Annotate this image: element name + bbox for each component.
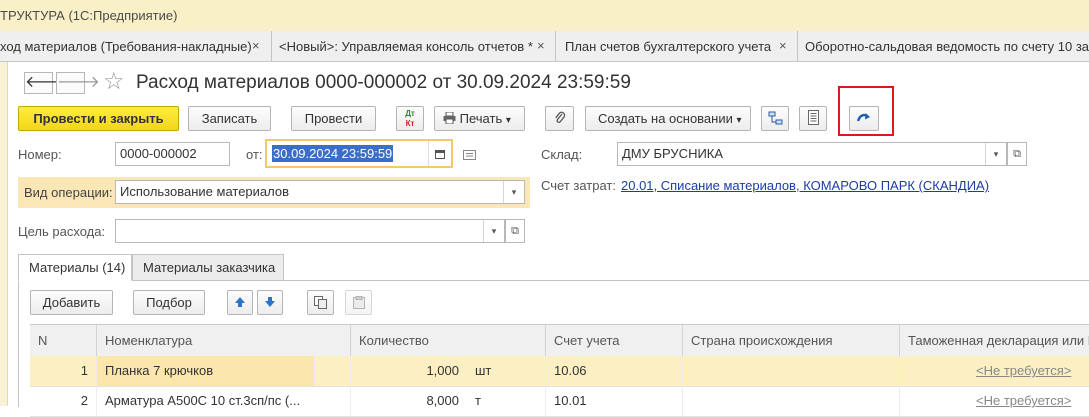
tab-materials[interactable]: Материалы (14) — [18, 254, 132, 281]
row-country[interactable] — [682, 386, 899, 416]
move-down-button[interactable] — [257, 290, 283, 315]
paste-button[interactable] — [345, 290, 372, 315]
paste-icon — [352, 296, 365, 309]
tab-close-icon[interactable]: × — [537, 38, 545, 53]
tab-writeoff-list[interactable]: ход материалов (Требования-накладные) × — [0, 31, 272, 61]
table-row[interactable]: 2 Арматура А500С 10 ст.3сп/пс (... 8,000… — [30, 386, 1089, 417]
favorite-star-icon[interactable]: ☆ — [103, 70, 125, 94]
print-label: Печать — [459, 111, 503, 126]
row-account[interactable]: 10.06 — [545, 356, 682, 386]
save-button[interactable]: Записать — [188, 106, 271, 131]
cost-account-link[interactable]: 20.01, Списание материалов, КОМАРОВО ПАР… — [621, 178, 989, 193]
operation-type-field[interactable]: Использование материалов ▾ — [115, 180, 525, 204]
chevron-down-icon: ▾ — [505, 115, 511, 126]
arrow-up-icon — [235, 297, 245, 307]
row-number: 2 — [80, 393, 88, 408]
row-unit[interactable]: шт — [467, 356, 545, 386]
tab-report-console[interactable]: <Новый>: Управляемая консоль отчетов * × — [271, 31, 556, 61]
selection-button[interactable]: Подбор — [133, 290, 205, 315]
arrow-right-icon: 🡒 — [57, 74, 100, 91]
column-n[interactable]: N — [30, 325, 96, 357]
warehouse-field[interactable]: ДМУ БРУСНИКА ▾ — [617, 142, 1007, 166]
open-icon[interactable]: ⧉ — [505, 219, 525, 243]
create-based-label: Создать на основании — [598, 111, 733, 126]
purpose-field[interactable]: ▾ — [115, 219, 505, 243]
row-nomenclature-open[interactable] — [314, 356, 350, 386]
tab-trial-balance[interactable]: Оборотно-сальдовая ведомость по счету 10… — [797, 31, 1089, 61]
row-customs-empty — [899, 386, 968, 416]
paperclip-icon — [554, 111, 565, 123]
arrow-down-icon — [265, 297, 275, 307]
column-nomenclature[interactable]: Номенклатура — [96, 325, 350, 357]
row-quantity[interactable]: 1,000 — [350, 356, 467, 386]
column-country[interactable]: Страна происхождения — [682, 325, 899, 357]
row-customs-empty — [899, 356, 968, 386]
number-label: Номер: — [18, 147, 62, 162]
table-row[interactable]: 1 Планка 7 крючков 1,000 шт 10.06 <Не тр… — [30, 356, 1089, 387]
row-quantity[interactable]: 8,000 — [350, 386, 467, 416]
row-customs[interactable]: <Не требуется> — [968, 356, 1089, 386]
column-quantity[interactable]: Количество — [350, 325, 545, 357]
printer-icon — [443, 111, 456, 125]
move-up-button[interactable] — [227, 290, 253, 315]
print-button[interactable]: Печать ▾ — [434, 106, 525, 131]
date-value: 30.09.2024 23:59:59 — [272, 145, 394, 162]
post-and-close-button[interactable]: Провести и закрыть — [18, 106, 179, 131]
row-country[interactable] — [682, 356, 899, 386]
tab-label: Оборотно-сальдовая ведомость по счету 10… — [805, 39, 1089, 54]
copy-icon — [314, 296, 327, 309]
row-customs[interactable]: <Не требуется> — [968, 386, 1089, 416]
window-title-bar: ТРУКТУРА (1С:Предприятие) — [0, 0, 1089, 32]
document-list-icon — [807, 110, 819, 125]
row-nomenclature[interactable]: Арматура А500С 10 ст.3сп/пс (... — [96, 386, 350, 416]
number-field[interactable]: 0000-000002 — [115, 142, 230, 166]
table-header: N Номенклатура Количество Счет учета Стр… — [30, 324, 1089, 358]
tab-label: <Новый>: Управляемая консоль отчетов * — [279, 39, 533, 54]
chevron-down-icon[interactable]: ▾ — [503, 181, 524, 203]
column-account[interactable]: Счет учета — [545, 325, 682, 357]
tab-close-icon[interactable]: × — [252, 38, 260, 53]
page-title: Расход материалов 0000-000002 от 30.09.2… — [136, 72, 631, 93]
date-label: от: — [246, 147, 263, 162]
post-button[interactable]: Провести — [291, 106, 376, 131]
tab-close-icon[interactable]: × — [779, 38, 787, 53]
tab-label: ход материалов (Требования-накладные) — [0, 39, 252, 54]
left-panel-strip — [0, 62, 8, 406]
structure-button[interactable] — [761, 106, 789, 131]
create-based-on-button[interactable]: Создать на основании ▾ — [585, 106, 751, 131]
open-icon[interactable]: ⧉ — [1007, 142, 1027, 166]
tab-chart-of-accounts[interactable]: План счетов бухгалтерского учета × — [555, 31, 798, 61]
chevron-down-icon: ▾ — [736, 115, 742, 126]
row-account[interactable]: 10.01 — [545, 386, 682, 416]
back-button[interactable]: 🡐 — [24, 72, 68, 94]
operation-type-value: Использование материалов — [120, 184, 290, 199]
date-field[interactable]: 30.09.2024 23:59:59 — [265, 139, 453, 168]
chevron-down-icon[interactable]: ▾ — [985, 143, 1006, 165]
copy-button[interactable] — [307, 290, 334, 315]
comment-icon[interactable] — [463, 148, 476, 163]
row-unit[interactable]: т — [467, 386, 545, 416]
column-customs[interactable]: Таможенная декларация или Р — [899, 325, 1089, 357]
highlight-box — [838, 86, 894, 136]
add-row-button[interactable]: Добавить — [30, 290, 113, 315]
row-nomenclature[interactable]: Планка 7 крючков — [96, 356, 314, 386]
dt-kt-button[interactable]: Дт Кт — [396, 106, 424, 131]
forward-button[interactable]: 🡒 — [56, 72, 100, 94]
warehouse-value: ДМУ БРУСНИКА — [622, 146, 724, 161]
attach-button[interactable] — [545, 106, 574, 131]
hierarchy-icon — [768, 111, 782, 125]
chevron-down-icon[interactable]: ▾ — [483, 220, 504, 242]
report-button[interactable] — [799, 106, 827, 131]
warehouse-label: Склад: — [541, 147, 583, 162]
row-number: 1 — [80, 363, 88, 378]
tab-customer-materials[interactable]: Материалы заказчика — [132, 254, 284, 281]
purpose-label: Цель расхода: — [18, 224, 106, 239]
open-tabs-bar: ход материалов (Требования-накладные) × … — [0, 31, 1089, 62]
cost-account-label: Счет затрат: — [541, 178, 616, 193]
tab-label: План счетов бухгалтерского учета — [565, 39, 772, 54]
operation-type-label: Вид операции: — [24, 185, 113, 200]
dt-kt-icon: Дт Кт — [405, 109, 415, 128]
calendar-icon[interactable] — [428, 141, 451, 166]
window-title: ТРУКТУРА (1С:Предприятие) — [0, 8, 178, 23]
